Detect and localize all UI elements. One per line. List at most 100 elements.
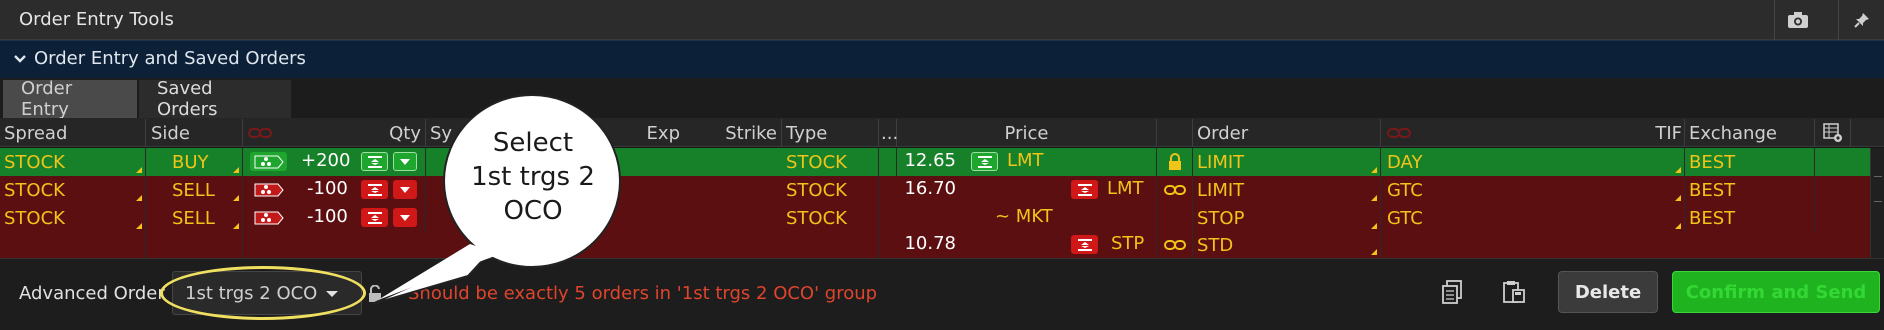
col-side[interactable]: Side (146, 119, 243, 147)
col-type[interactable]: Type (782, 119, 879, 147)
qty-stepper[interactable] (361, 152, 388, 171)
save-orders-button[interactable] (1492, 270, 1536, 314)
price-value: 12.65 (904, 150, 956, 171)
order-value: STD (1197, 234, 1234, 256)
price-cell[interactable]: 12.65 LMT (897, 148, 1157, 176)
stepper-icon (367, 211, 382, 224)
qty-dropdown[interactable] (393, 208, 417, 227)
order-row[interactable]: 10.78 STP STD (0, 232, 1870, 258)
tab-saved-orders[interactable]: Saved Orders (139, 78, 291, 120)
col-exchange[interactable]: Exchange (1685, 119, 1815, 147)
qty-cell[interactable]: -100 (243, 204, 426, 232)
order-value: STOP (1197, 207, 1245, 229)
order-cell[interactable]: LIMIT (1193, 148, 1381, 176)
type-cell: STOCK (782, 204, 879, 232)
col-more[interactable]: ... (879, 119, 898, 147)
side-cell (146, 232, 243, 258)
highlight-ellipse (160, 266, 366, 320)
side-value: SELL (172, 207, 215, 229)
chevron-down-icon (400, 186, 410, 193)
type-value: STOCK (786, 151, 847, 173)
order-value: LIMIT (1197, 179, 1245, 201)
qty-value: -100 (307, 206, 348, 227)
type-value: STOCK (786, 207, 847, 229)
type-cell: STOCK (782, 176, 879, 204)
order-cell[interactable]: STOP (1193, 204, 1381, 232)
table-settings-icon (1822, 123, 1842, 142)
stepper-icon (367, 155, 382, 168)
tif-value: GTC (1387, 207, 1423, 229)
clipboard-icon (1442, 280, 1462, 304)
link-cell[interactable] (1157, 232, 1193, 258)
qty-stepper[interactable] (361, 180, 388, 199)
qty-cell[interactable]: -100 (243, 176, 426, 204)
spread-cell[interactable]: STOCK (0, 176, 146, 204)
side-cell[interactable]: BUY (146, 148, 243, 176)
side-cell[interactable]: SELL (146, 204, 243, 232)
spread-value: STOCK (4, 179, 65, 201)
qty-stepper[interactable] (361, 208, 388, 227)
exchange-cell[interactable]: BEST (1685, 204, 1815, 232)
type-cell: STOCK (782, 148, 879, 176)
side-cell[interactable]: SELL (146, 176, 243, 204)
col-qty: Qty (389, 122, 421, 144)
tif-cell[interactable]: DAY (1381, 148, 1685, 176)
qty-cell[interactable]: +200 (243, 148, 426, 176)
price-stepper[interactable] (971, 152, 998, 171)
order-row[interactable]: STOCK SELL -100 STOCK 16.70 LMT LIMIT GT… (0, 176, 1870, 204)
spread-cell[interactable]: STOCK (0, 148, 146, 176)
price-stepper[interactable] (1071, 180, 1098, 199)
col-order[interactable]: Order (1193, 119, 1381, 147)
price-cell[interactable]: ~ MKT (897, 204, 1157, 232)
spread-cell[interactable]: STOCK (0, 204, 146, 232)
tif-cell[interactable]: GTC (1381, 204, 1685, 232)
col-spread[interactable]: Spread (0, 119, 146, 147)
order-cell[interactable]: LIMIT (1193, 176, 1381, 204)
spread-value: STOCK (4, 207, 65, 229)
price-value: 16.70 (904, 178, 956, 199)
qty-dropdown[interactable] (393, 152, 417, 171)
exchange-value: BEST (1689, 151, 1736, 173)
col-tif-header[interactable]: TIF (1381, 119, 1685, 147)
price-stepper[interactable] (1071, 235, 1098, 254)
link-cell[interactable] (1157, 176, 1193, 204)
advanced-order-label: Advanced Order (19, 283, 165, 304)
tif-cell[interactable]: GTC (1381, 176, 1685, 204)
chevron-down-icon (400, 214, 410, 221)
chain-link-icon (1163, 185, 1186, 195)
col-symbol-label: Sy (430, 122, 453, 144)
order-cell[interactable]: STD (1193, 232, 1381, 258)
price-type: LMT (1107, 178, 1144, 199)
pin-button[interactable] (1838, 0, 1884, 40)
price-cell[interactable]: 10.78 STP (897, 232, 1157, 258)
confirm-and-send-button[interactable]: Confirm and Send (1672, 271, 1880, 313)
lock-icon (1168, 153, 1181, 170)
customize-columns-button[interactable] (1815, 119, 1851, 147)
tab-order-entry[interactable]: Order Entry (3, 78, 137, 120)
col-strike[interactable]: Strike (684, 119, 782, 147)
spread-value: STOCK (4, 151, 65, 173)
scrollbar-thumb[interactable] (1874, 176, 1882, 202)
section-toggle[interactable]: Order Entry and Saved Orders (14, 48, 306, 69)
col-qty-header[interactable]: Qty (243, 119, 426, 147)
snapshot-button[interactable] (1774, 0, 1820, 40)
exchange-cell[interactable]: BEST (1685, 148, 1815, 176)
order-row[interactable]: STOCK BUY +200 STOCK 12.65 LMT LIMIT DAY… (0, 148, 1870, 176)
lock-cell[interactable] (1157, 148, 1193, 176)
order-row[interactable]: STOCK SELL -100 STOCK ~ MKT STOP GTC BES… (0, 204, 1870, 232)
col-price[interactable]: Price (897, 119, 1157, 147)
vertical-scrollbar[interactable] (1870, 148, 1884, 258)
camera-icon (1787, 12, 1808, 28)
buy-tag-icon (250, 152, 287, 171)
qty-value: -100 (307, 178, 348, 199)
price-type: LMT (1007, 150, 1044, 171)
delete-button[interactable]: Delete (1558, 271, 1658, 313)
qty-dropdown[interactable] (393, 180, 417, 199)
more-cell (879, 148, 897, 176)
chevron-down-icon (400, 158, 410, 165)
exchange-cell[interactable]: BEST (1685, 176, 1815, 204)
price-cell[interactable]: 16.70 LMT (897, 176, 1157, 204)
col-lock (1157, 119, 1193, 147)
stepper-icon (1077, 238, 1092, 251)
copy-orders-button[interactable] (1430, 270, 1474, 314)
